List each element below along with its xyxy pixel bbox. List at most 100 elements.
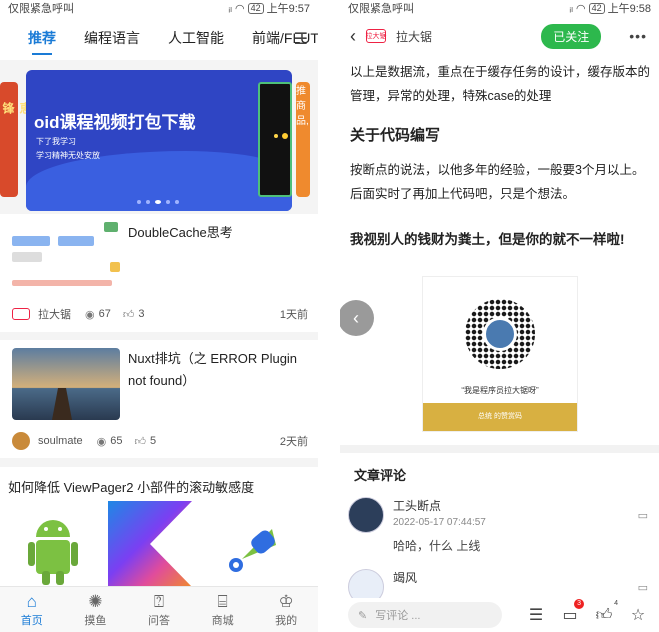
android-mascot-image	[28, 520, 78, 585]
tab-ai[interactable]: 人工智能	[168, 28, 224, 48]
menu-icon[interactable]: ☰	[294, 29, 308, 49]
nav-profile[interactable]: ♔ 我的	[254, 587, 318, 632]
author-name[interactable]: soulmate	[38, 435, 83, 447]
thumbs-up-icon[interactable]: 👍︎	[123, 308, 135, 321]
status-bar: 仅限紧急呼叫 ᵢₗ ◠ 42 上午9:57	[0, 0, 318, 16]
follow-button[interactable]: 已关注	[541, 23, 602, 49]
banner-image[interactable]: oid课程视频打包下载 下了我学习 学习精神无处安放	[26, 70, 292, 211]
android-rocket-image	[229, 529, 276, 572]
screen-divider	[318, 0, 340, 632]
battery-icon: 42	[247, 2, 264, 14]
eye-icon: ◉	[96, 435, 107, 448]
like-count: 5	[150, 435, 157, 447]
comment-time: 2022-05-17 07:44:57	[393, 517, 486, 528]
comment-item: 竭风 ▭	[348, 569, 648, 605]
article-card[interactable]: Nuxt排坑（之 ERROR Plugin not found） soulmat…	[0, 340, 318, 458]
like-count: 3	[138, 308, 145, 320]
qr-caption: “我是程序员拉大锯呀”	[461, 386, 539, 395]
nav-home[interactable]: ⌂ 首页	[0, 587, 64, 632]
article-body: 以上是数据流，重点在于缓存任务的设计，缓存版本的管理，异常的处理，特殊case的…	[350, 60, 650, 252]
commenter-name[interactable]: 工头断点	[393, 497, 441, 514]
banner-subtitle-1: 下了我学习	[36, 137, 76, 146]
carrier-text: 仅限紧急呼叫	[8, 3, 74, 15]
profile-icon: ♔	[278, 591, 294, 611]
tab-recommend[interactable]: 推荐	[28, 28, 56, 55]
eye-icon: ◉	[85, 308, 95, 321]
banner-prev-preview[interactable]: 锋恵	[0, 82, 32, 197]
signal-icon: ᵢₗ ◠	[228, 2, 245, 15]
comment-item: 工头断点 2022-05-17 07:44:57 哈哈，什么 上线 ▭	[348, 497, 648, 557]
banner-subtitle-2: 学习精神无处安放	[36, 151, 100, 160]
thumbs-up-icon[interactable]: 👍︎ 4	[592, 600, 618, 625]
tab-frontend[interactable]: 前端/FLUT	[252, 28, 318, 48]
article-header: ‹ 拉大锯 拉大锯 已关注 •••	[340, 16, 659, 56]
shop-icon: ⌸	[217, 591, 228, 611]
article-title[interactable]: DoubleCache思考	[128, 222, 308, 244]
bottom-navigation: ⌂ 首页 ✺ 摸鱼 ⍰ 问答 ⌸ 商城 ♔ 我的	[0, 586, 318, 632]
article-meta: 拉大锯 ◉ 67 👍︎ 3 1天前	[12, 306, 308, 322]
nav-fish[interactable]: ✺ 摸鱼	[64, 587, 128, 632]
right-phone-screen: 仅限紧急呼叫 ᵢₗ ◠ 42 上午9:58 ‹ 拉大锯 拉大锯 已关注 ••• 以上…	[340, 0, 659, 632]
signal-icon: ᵢₗ ◠	[569, 2, 586, 15]
post-time: 1天前	[279, 309, 308, 321]
view-count: 67	[98, 308, 111, 320]
comment-count-badge: 3	[574, 599, 584, 609]
list-icon[interactable]: ☰	[524, 605, 548, 625]
tab-programming[interactable]: 编程语言	[84, 28, 140, 48]
comment-text: 哈哈，什么 上线	[393, 539, 481, 553]
comment-icon[interactable]: ▭ 3	[558, 599, 584, 625]
section-heading: 关于代码编写	[350, 127, 441, 144]
article-card[interactable]: 如何降低 ViewPager2 小部件的滚动敏感度	[0, 467, 318, 587]
left-phone-screen: 仅限紧急呼叫 ᵢₗ ◠ 42 上午9:57 推荐 编程语言 人工智能 前端/FLUT…	[0, 0, 318, 632]
category-tabs: 推荐 编程语言 人工智能 前端/FLUT ☰	[0, 16, 318, 60]
banner-title: oid课程视频打包下载	[34, 113, 196, 132]
article-title[interactable]: 如何降低 ViewPager2 小部件的滚动敏感度	[8, 477, 254, 496]
pencil-icon: ✎	[358, 609, 368, 622]
banner-indicator	[137, 200, 179, 204]
clock: 上午9:58	[607, 3, 651, 15]
article-action-bar: ✎ 写评论 ... ☰ ▭ 3 👍︎ 4 ☆	[340, 598, 659, 632]
floating-video-overlay[interactable]	[258, 82, 292, 197]
like-count: 4	[614, 599, 618, 607]
comment-input[interactable]: ✎ 写评论 ...	[348, 602, 502, 628]
battery-icon: 42	[588, 2, 605, 14]
author-avatar[interactable]	[12, 432, 30, 450]
article-thumbnail	[12, 348, 120, 420]
star-icon[interactable]: ☆	[626, 605, 650, 625]
fish-icon: ✺	[88, 591, 103, 611]
reply-icon[interactable]: ▭	[638, 509, 648, 522]
back-icon[interactable]: ‹	[350, 26, 356, 47]
author-logo[interactable]: 拉大锯	[366, 29, 387, 43]
kotlin-logo-image	[108, 501, 192, 587]
commenter-name[interactable]: 竭风	[393, 569, 417, 586]
more-icon[interactable]: •••	[629, 28, 647, 44]
nav-qa[interactable]: ⍰ 问答	[127, 587, 191, 632]
paragraph: 按断点的说法，以他多年的经验，一般要3个月以上。后面实时了再加上代码吧，只是个想…	[350, 163, 645, 201]
status-bar: 仅限紧急呼叫 ᵢₗ ◠ 42 上午9:58	[340, 0, 659, 16]
thumbs-up-icon[interactable]: 👍︎	[135, 435, 147, 448]
comment-section: 文章评论 工头断点 2022-05-17 07:44:57 哈哈，什么 上线 ▭…	[340, 445, 659, 605]
question-icon: ⍰	[153, 591, 165, 611]
view-count: 65	[110, 435, 123, 447]
home-icon: ⌂	[26, 591, 37, 611]
reward-qr-code[interactable]: “我是程序员拉大锯呀” 总统 的赞赏码	[422, 276, 578, 432]
reply-icon[interactable]: ▭	[638, 581, 648, 594]
article-thumbnail	[12, 222, 120, 294]
banner-next-preview[interactable]: 推商 品,	[296, 82, 310, 197]
post-time: 2天前	[279, 436, 308, 448]
author-avatar[interactable]	[12, 308, 30, 320]
article-card[interactable]: DoubleCache思考 拉大锯 ◉ 67 👍︎ 3 1天前	[0, 214, 318, 332]
article-title[interactable]: Nuxt排坑（之 ERROR Plugin not found）	[128, 348, 308, 392]
comment-title: 文章评论	[354, 468, 407, 483]
qr-avatar	[483, 317, 517, 351]
avatar[interactable]	[348, 497, 384, 533]
article-meta: soulmate ◉ 65 👍︎ 5 2天前	[12, 432, 308, 450]
previous-page-icon[interactable]: ‹	[340, 300, 374, 336]
author-name[interactable]: 拉大锯	[396, 28, 432, 45]
nav-shop[interactable]: ⌸ 商城	[191, 587, 255, 632]
author-name[interactable]: 拉大锯	[38, 306, 71, 322]
clock: 上午9:57	[266, 3, 310, 15]
bold-paragraph: 我视别人的钱财为粪土，但是你的就不一样啦!	[350, 232, 625, 247]
qr-footer: 总统 的赞赏码	[423, 403, 577, 431]
paragraph: 以上是数据流，重点在于缓存任务的设计，缓存版本的管理，异常的处理，特殊case的…	[350, 65, 651, 103]
